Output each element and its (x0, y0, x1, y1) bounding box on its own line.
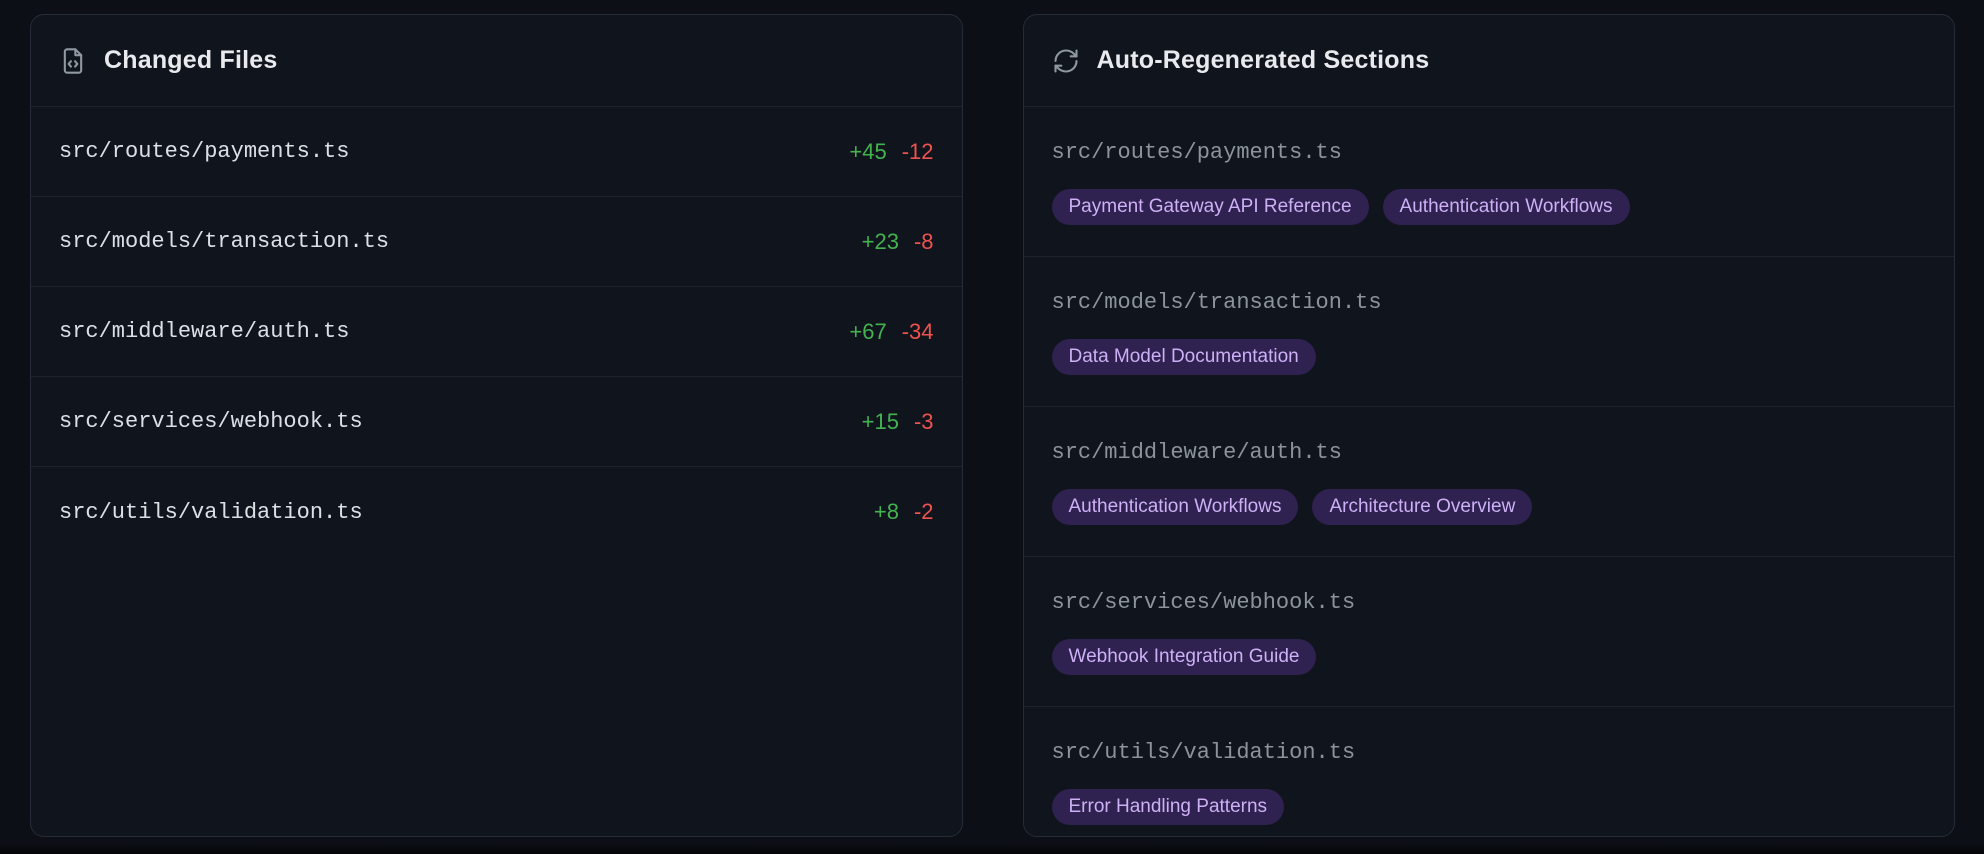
section-tag[interactable]: Authentication Workflows (1052, 489, 1299, 525)
section-tag[interactable]: Webhook Integration Guide (1052, 639, 1317, 675)
changed-file-row[interactable]: src/services/webhook.ts +15 -3 (31, 377, 962, 467)
deletions-count: -2 (914, 499, 934, 525)
file-path: src/services/webhook.ts (59, 409, 363, 434)
changed-file-row[interactable]: src/middleware/auth.ts +67 -34 (31, 287, 962, 377)
additions-count: +15 (862, 409, 899, 435)
regenerated-file-group: src/middleware/auth.ts Authentication Wo… (1024, 407, 1955, 557)
additions-count: +8 (874, 499, 899, 525)
regenerated-sections-list: src/routes/payments.ts Payment Gateway A… (1024, 107, 1955, 837)
window-bottom-edge (0, 845, 1984, 854)
panel-title: Changed Files (104, 46, 277, 75)
diff-stats: +8 -2 (874, 499, 934, 525)
deletions-count: -34 (902, 319, 934, 345)
additions-count: +67 (849, 319, 886, 345)
section-tag[interactable]: Payment Gateway API Reference (1052, 189, 1369, 225)
section-tags: Webhook Integration Guide (1052, 639, 1927, 675)
panel-title: Auto-Regenerated Sections (1097, 46, 1430, 75)
section-tag[interactable]: Error Handling Patterns (1052, 789, 1285, 825)
regenerated-file-group: src/utils/validation.ts Error Handling P… (1024, 707, 1955, 837)
deletions-count: -3 (914, 409, 934, 435)
file-path: src/routes/payments.ts (1052, 140, 1927, 166)
changed-file-row[interactable]: src/routes/payments.ts +45 -12 (31, 107, 962, 197)
additions-count: +45 (849, 139, 886, 165)
file-path: src/middleware/auth.ts (59, 319, 349, 344)
dashboard: Changed Files src/routes/payments.ts +45… (0, 0, 1984, 837)
section-tag[interactable]: Authentication Workflows (1383, 189, 1630, 225)
regenerated-file-group: src/services/webhook.ts Webhook Integrat… (1024, 557, 1955, 707)
section-tags: Payment Gateway API Reference Authentica… (1052, 189, 1927, 225)
section-tag[interactable]: Data Model Documentation (1052, 339, 1316, 375)
section-tag[interactable]: Architecture Overview (1312, 489, 1532, 525)
file-path: src/utils/validation.ts (59, 500, 363, 525)
file-path: src/utils/validation.ts (1052, 740, 1927, 766)
regenerated-file-group: src/routes/payments.ts Payment Gateway A… (1024, 107, 1955, 257)
regenerated-file-group: src/models/transaction.ts Data Model Doc… (1024, 257, 1955, 407)
diff-stats: +15 -3 (862, 409, 934, 435)
auto-regenerated-header: Auto-Regenerated Sections (1024, 15, 1955, 107)
auto-regenerated-panel: Auto-Regenerated Sections src/routes/pay… (1023, 14, 1956, 837)
file-code-icon (59, 47, 87, 75)
file-path: src/models/transaction.ts (59, 229, 389, 254)
file-path: src/models/transaction.ts (1052, 290, 1927, 316)
changed-files-header: Changed Files (31, 15, 962, 107)
section-tags: Authentication Workflows Architecture Ov… (1052, 489, 1927, 525)
deletions-count: -8 (914, 229, 934, 255)
diff-stats: +67 -34 (849, 319, 933, 345)
deletions-count: -12 (902, 139, 934, 165)
changed-file-row[interactable]: src/utils/validation.ts +8 -2 (31, 467, 962, 557)
section-tags: Data Model Documentation (1052, 339, 1927, 375)
refresh-icon (1052, 47, 1080, 75)
changed-files-list: src/routes/payments.ts +45 -12 src/model… (31, 107, 962, 557)
additions-count: +23 (862, 229, 899, 255)
file-path: src/routes/payments.ts (59, 139, 349, 164)
diff-stats: +23 -8 (862, 229, 934, 255)
diff-stats: +45 -12 (849, 139, 933, 165)
changed-files-panel: Changed Files src/routes/payments.ts +45… (30, 14, 963, 837)
file-path: src/services/webhook.ts (1052, 590, 1927, 616)
section-tags: Error Handling Patterns (1052, 789, 1927, 825)
changed-file-row[interactable]: src/models/transaction.ts +23 -8 (31, 197, 962, 287)
file-path: src/middleware/auth.ts (1052, 440, 1927, 466)
